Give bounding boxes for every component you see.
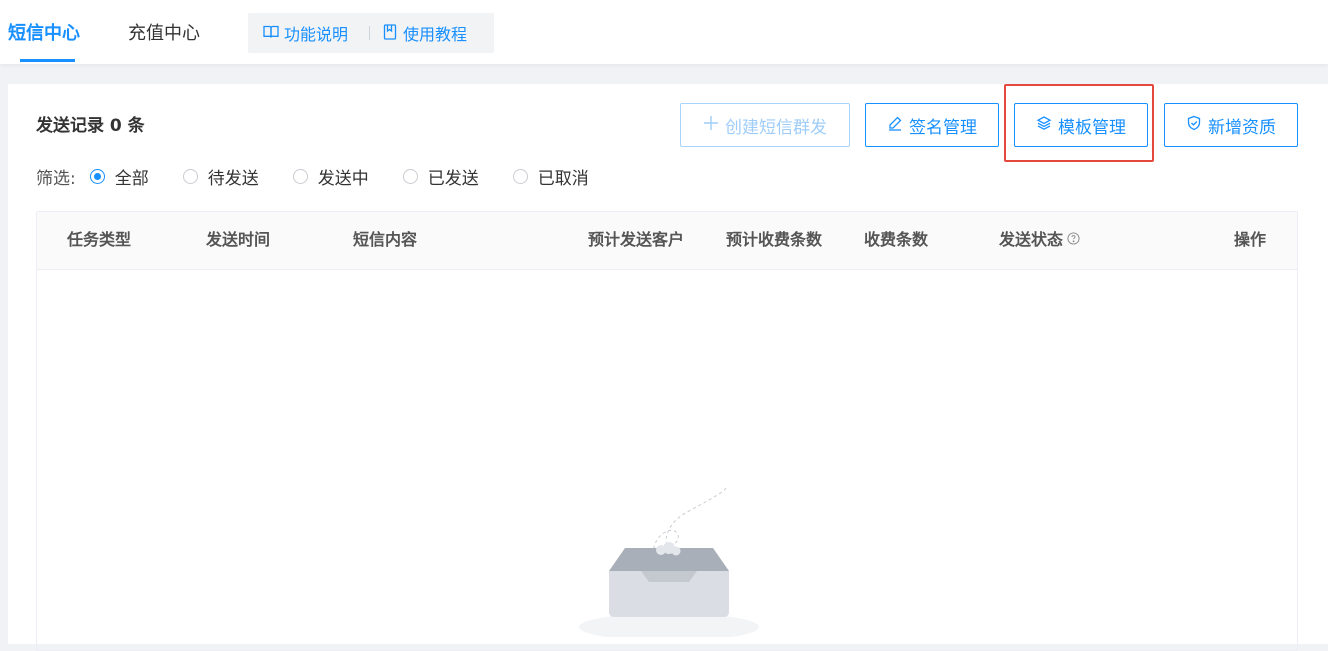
radio-icon: [402, 168, 418, 184]
send-record-count: 发送记录 0 条: [36, 116, 145, 136]
filter-option-all[interactable]: 全部: [89, 164, 149, 189]
signature-management-label: 签名管理: [909, 117, 977, 138]
filter-option-sent[interactable]: 已发送: [402, 164, 479, 189]
add-qualification-label: 新增资质: [1208, 117, 1276, 138]
question-circle-icon[interactable]: [1067, 230, 1080, 250]
column-header-charge-count: 收费条数: [864, 230, 929, 249]
feature-description-label: 功能说明: [284, 24, 349, 44]
layers-icon: [1036, 115, 1052, 136]
filter-option-label: 待发送: [207, 168, 259, 189]
add-qualification-button[interactable]: 新增资质: [1164, 103, 1298, 147]
help-links-box: 功能说明 使用教程: [248, 13, 494, 53]
shield-check-icon: [1186, 115, 1202, 136]
column-header-send-status: 发送状态: [999, 230, 1080, 250]
edit-pen-icon: [887, 115, 903, 136]
tab-sms-center[interactable]: 短信中心: [8, 20, 80, 48]
create-sms-group-label: 创建短信群发: [725, 117, 827, 138]
filter-option-pending[interactable]: 待发送: [182, 164, 259, 189]
filter-option-label: 已取消: [537, 168, 589, 189]
tutorial-link[interactable]: 使用教程: [381, 23, 467, 46]
table-header: 任务类型 发送时间 短信内容 预计发送客户 预计收费条数 收费条数 发送状态 操…: [37, 212, 1297, 270]
send-records-table: 任务类型 发送时间 短信内容 预计发送客户 预计收费条数 收费条数 发送状态 操…: [36, 211, 1298, 651]
column-header-task-type: 任务类型: [67, 230, 132, 249]
help-separator: [369, 26, 370, 40]
column-header-sms-content: 短信内容: [353, 230, 418, 249]
column-header-actions: 操作: [1234, 230, 1267, 249]
radio-icon: [292, 168, 308, 184]
column-header-est-customers: 预计发送客户: [588, 230, 685, 249]
status-filter: 筛选: 全部 待发送 发送中 已发送 已取消: [36, 164, 623, 189]
signature-management-button[interactable]: 签名管理: [865, 103, 999, 147]
feature-description-link[interactable]: 功能说明: [262, 23, 348, 46]
template-management-label: 模板管理: [1058, 117, 1126, 138]
radio-icon: [512, 168, 528, 184]
create-sms-group-button[interactable]: 创建短信群发: [680, 103, 850, 147]
column-header-send-time: 发送时间: [206, 230, 271, 249]
plus-icon: [703, 115, 719, 136]
filter-option-label: 发送中: [317, 168, 369, 189]
send-status-label: 发送状态: [999, 230, 1064, 249]
radio-checked-icon: [89, 168, 105, 184]
sms-records-card: 发送记录 0 条 创建短信群发 签名管理 模板管理 新增资质 筛选: 全部 待发…: [8, 84, 1328, 651]
active-tab-indicator: [20, 59, 75, 62]
tutorial-label: 使用教程: [403, 24, 468, 44]
empty-inbox-illustration: [577, 486, 761, 641]
filter-option-cancelled[interactable]: 已取消: [512, 164, 589, 189]
template-management-button[interactable]: 模板管理: [1014, 103, 1148, 147]
filter-label: 筛选:: [36, 168, 76, 189]
column-header-est-charge-count: 预计收费条数: [726, 230, 823, 249]
guide-doc-icon: [381, 23, 399, 46]
filter-option-sending[interactable]: 发送中: [292, 164, 369, 189]
radio-icon: [182, 168, 198, 184]
filter-option-label: 全部: [114, 168, 149, 189]
top-nav-bar: 短信中心 充值中心 功能说明 使用教程: [0, 0, 1328, 64]
book-open-icon: [262, 23, 280, 46]
tab-recharge-center[interactable]: 充值中心: [128, 20, 200, 48]
filter-option-label: 已发送: [427, 168, 479, 189]
